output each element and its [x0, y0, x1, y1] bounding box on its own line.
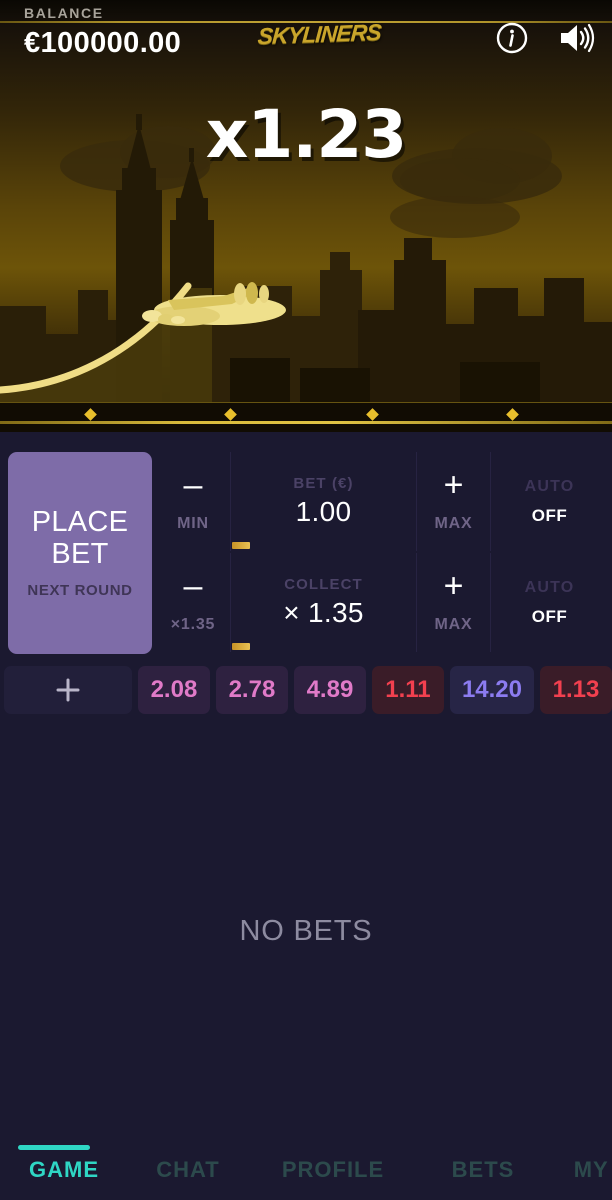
bet-amount-row: – MIN BET (€) 1.00 + MAX AUTO OFF: [156, 452, 608, 551]
bet-amount-field[interactable]: BET (€) 1.00: [230, 452, 416, 551]
place-bet-button[interactable]: PLACE BET NEXT ROUND: [8, 452, 152, 654]
history-chip[interactable]: 2.78: [215, 666, 288, 714]
bet-increase-button[interactable]: + MAX: [416, 452, 490, 551]
nav-tab-profile[interactable]: PROFILE: [248, 1140, 418, 1200]
axis-marker: [224, 408, 237, 421]
plus-icon: +: [443, 566, 464, 605]
place-bet-sublabel: NEXT ROUND: [27, 581, 133, 599]
bet-progress-tick: [232, 542, 250, 549]
round-history-row: 2.08 2.78 4.89 1.11 14.20 1.13: [4, 666, 612, 714]
plus-icon: +: [443, 465, 464, 504]
axis-marker: [366, 408, 379, 421]
sound-toggle-button[interactable]: [556, 18, 596, 58]
nav-tab-label: CHAT: [156, 1157, 220, 1182]
axis-line-bottom: [0, 421, 612, 424]
add-bet-panel-button[interactable]: [4, 666, 132, 714]
game-logo-text: SKYLINERS: [256, 18, 382, 49]
info-button[interactable]: [492, 18, 532, 58]
nav-tab-bets[interactable]: BETS: [418, 1140, 548, 1200]
collect-decrease-button[interactable]: – ×1.35: [156, 553, 230, 652]
bet-auto-toggle[interactable]: AUTO OFF: [490, 452, 608, 551]
bet-field-value: 1.00: [295, 496, 352, 527]
nav-tab-label: GAME: [29, 1157, 99, 1182]
top-bar: BALANCE €100000.00 SKYLINERS: [0, 0, 612, 62]
collect-field-label: COLLECT: [284, 576, 363, 593]
bottom-navigation: GAME CHAT PROFILE BETS MY B: [0, 1140, 612, 1200]
nav-tab-label: BETS: [451, 1157, 515, 1182]
nav-active-indicator: [18, 1145, 90, 1150]
history-chip[interactable]: 1.13: [540, 666, 612, 714]
minus-icon: –: [183, 566, 203, 605]
axis-line-top: [0, 402, 612, 403]
balance-value: €100000.00: [24, 27, 182, 59]
collect-auto-label: AUTO: [524, 578, 575, 596]
bet-panel: PLACE BET NEXT ROUND – MIN BET (€) 1.00 …: [0, 432, 612, 672]
nav-tab-my-b[interactable]: MY B: [548, 1140, 612, 1200]
speaker-on-icon: [561, 23, 595, 53]
game-canvas: x1.23 BALANCE €100000.00 SKYLINERS: [0, 0, 612, 432]
collect-multiplier-row: – ×1.35 COLLECT × 1.35 + MAX AUTO OFF: [156, 553, 608, 652]
nav-tab-label: PROFILE: [281, 1157, 385, 1182]
balance-label: BALANCE: [24, 5, 104, 21]
axis-marker: [506, 408, 519, 421]
plus-icon: [56, 678, 80, 702]
bet-max-label: MAX: [434, 515, 473, 533]
multiplier-display: x1.23: [205, 96, 407, 173]
history-chip[interactable]: 1.11: [371, 666, 444, 714]
history-chip[interactable]: 2.08: [137, 666, 210, 714]
no-bets-message: NO BETS: [239, 914, 373, 947]
history-chip[interactable]: 4.89: [293, 666, 366, 714]
flight-trail: [0, 282, 212, 410]
collect-auto-state: OFF: [531, 606, 568, 626]
bets-list-area: NO BETS: [0, 722, 612, 1140]
bet-field-label: BET (€): [293, 475, 354, 492]
info-circle-icon: [496, 22, 528, 54]
place-bet-label-line1: PLACE: [31, 506, 129, 539]
collect-auto-toggle[interactable]: AUTO OFF: [490, 553, 608, 652]
collect-progress-tick: [232, 643, 250, 650]
axis-marker: [84, 408, 97, 421]
nav-tab-chat[interactable]: CHAT: [128, 1140, 248, 1200]
bet-auto-state: OFF: [531, 505, 568, 525]
collect-field-value: × 1.35: [283, 597, 364, 628]
bet-min-label: MIN: [177, 515, 209, 533]
nav-tab-game[interactable]: GAME: [0, 1140, 128, 1200]
nav-tab-label: MY B: [573, 1157, 612, 1182]
collect-min-label: ×1.35: [170, 616, 216, 634]
collect-multiplier-field[interactable]: COLLECT × 1.35: [230, 553, 416, 652]
collect-max-label: MAX: [434, 616, 473, 634]
collect-increase-button[interactable]: + MAX: [416, 553, 490, 652]
game-logo: SKYLINERS: [257, 14, 382, 54]
place-bet-label: PLACE BET: [32, 507, 129, 570]
game-screen: x1.23 BALANCE €100000.00 SKYLINERS PLACE…: [0, 0, 612, 1200]
bet-decrease-button[interactable]: – MIN: [156, 452, 230, 551]
history-chip[interactable]: 14.20: [449, 666, 534, 714]
airplane-icon: [142, 282, 286, 326]
minus-icon: –: [183, 465, 203, 504]
bet-auto-label: AUTO: [524, 477, 575, 495]
ground-axis: [0, 402, 612, 432]
place-bet-label-line2: BET: [51, 537, 109, 570]
